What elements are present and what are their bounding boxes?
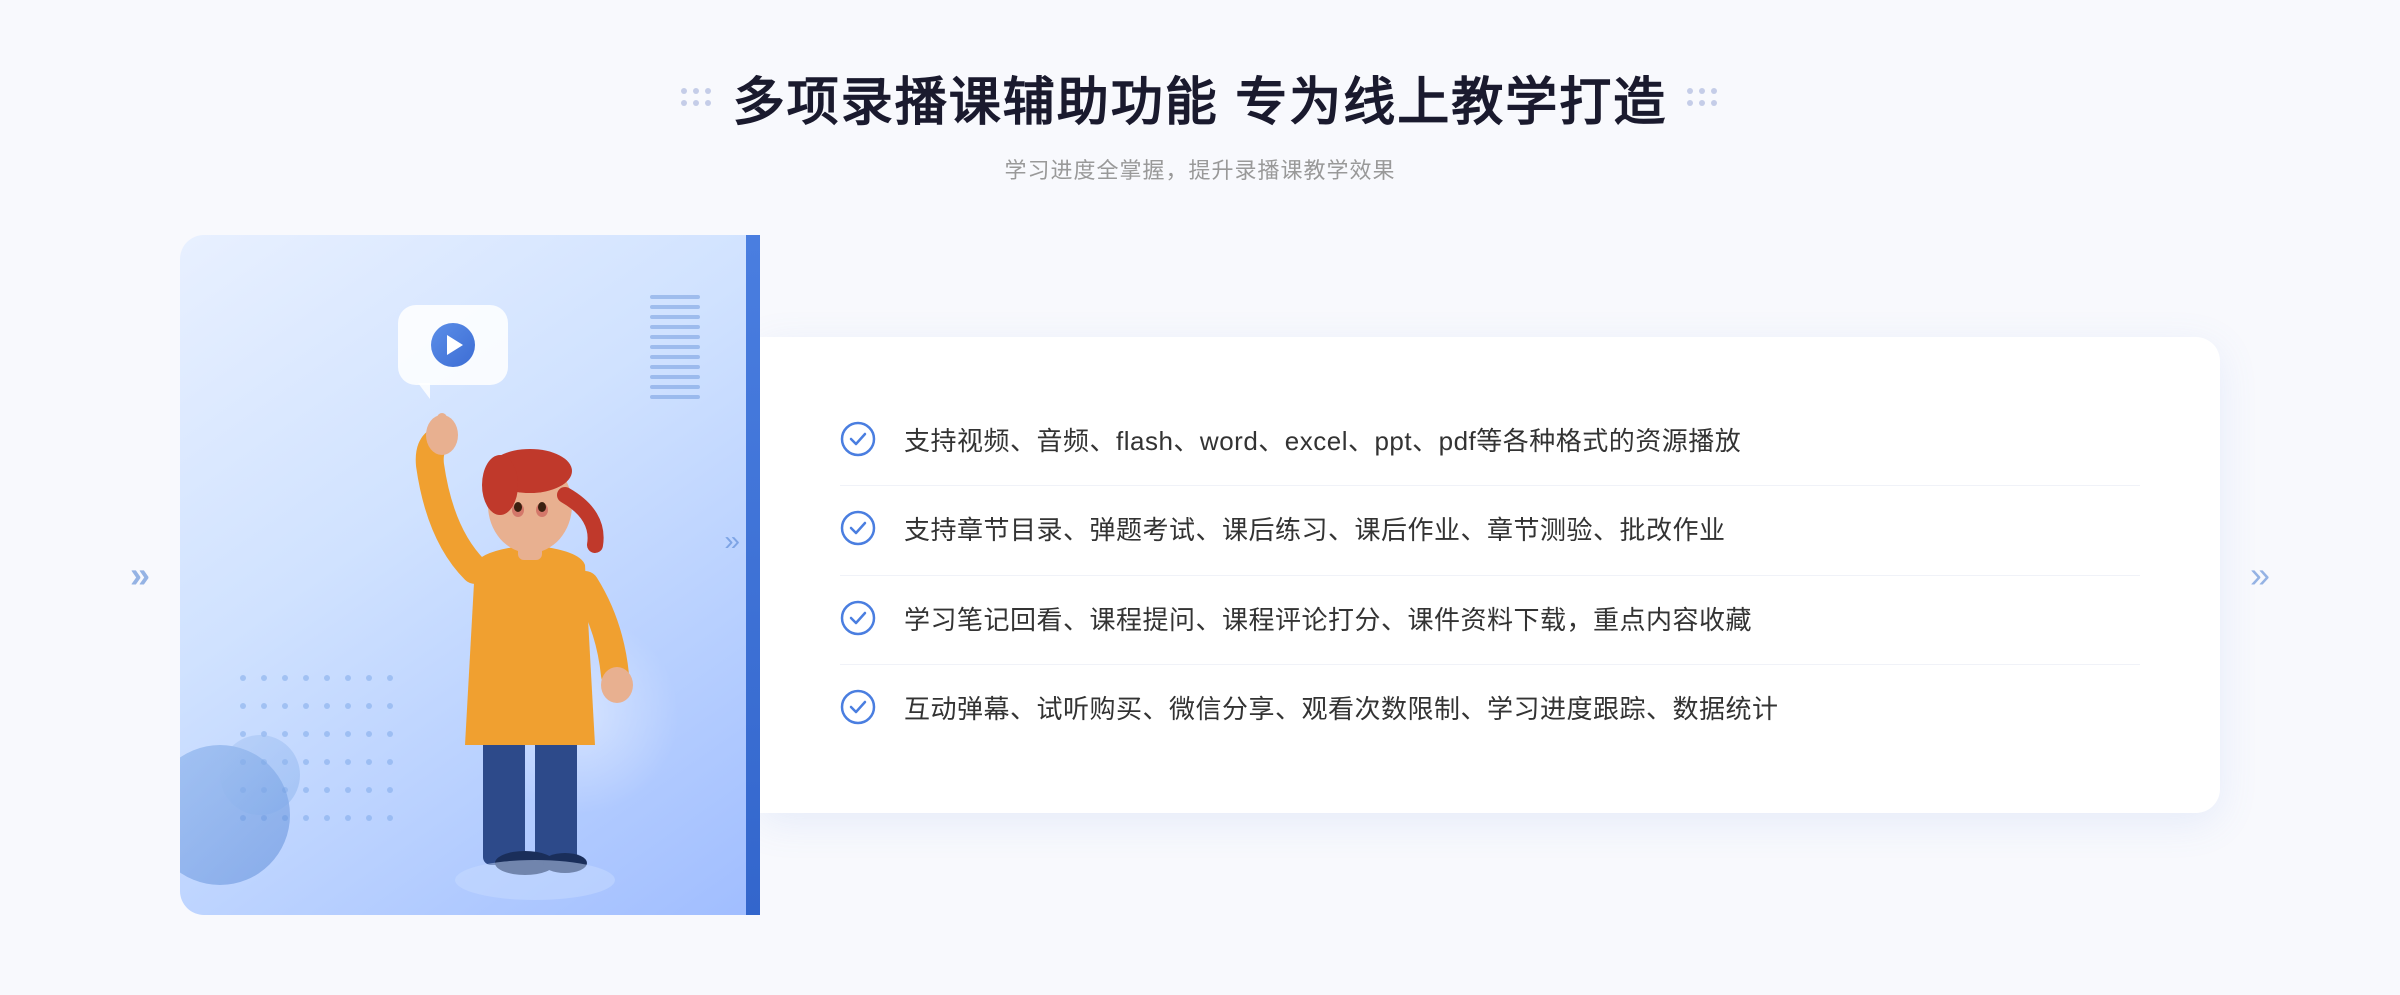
feature-item-1: 支持视频、音频、flash、word、excel、ppt、pdf等各种格式的资源… <box>840 397 2140 486</box>
right-features-panel: 支持视频、音频、flash、word、excel、ppt、pdf等各种格式的资源… <box>760 337 2220 813</box>
subtitle: 学习进度全掌握，提升录播课教学效果 <box>0 153 2400 185</box>
outer-right-arrow-icon: » <box>2250 554 2270 596</box>
header-section: 多项录播课辅助功能 专为线上教学打造 学习进度全掌握，提升录播课教学效果 <box>0 60 2400 185</box>
title-row: 多项录播课辅助功能 专为线上教学打造 <box>0 60 2400 135</box>
circle-decoration-2 <box>220 735 300 815</box>
feature-item-2: 支持章节目录、弹题考试、课后练习、课后作业、章节测验、批改作业 <box>840 486 2140 575</box>
feature-text-1: 支持视频、音频、flash、word、excel、ppt、pdf等各种格式的资源… <box>904 419 1741 463</box>
feature-text-3: 学习笔记回看、课程提问、课程评论打分、课件资料下载，重点内容收藏 <box>904 598 1752 642</box>
decorative-dots-right <box>1687 88 1719 108</box>
right-arrow-decoration: » <box>724 525 740 557</box>
outer-left-arrow-icon: » <box>130 554 150 596</box>
feature-item-3: 学习笔记回看、课程提问、课程评论打分、课件资料下载，重点内容收藏 <box>840 576 2140 665</box>
play-icon <box>431 323 475 367</box>
feature-text-2: 支持章节目录、弹题考试、课后练习、课后作业、章节测验、批改作业 <box>904 508 1726 552</box>
blue-bar-decoration <box>746 235 760 915</box>
check-icon-1 <box>840 421 876 457</box>
main-title: 多项录播课辅助功能 专为线上教学打造 <box>733 60 1667 135</box>
content-wrapper: » » <box>0 235 2400 915</box>
person-illustration <box>380 385 680 915</box>
check-icon-4 <box>840 689 876 725</box>
check-icon-2 <box>840 510 876 546</box>
feature-text-4: 互动弹幕、试听购买、微信分享、观看次数限制、学习进度跟踪、数据统计 <box>904 687 1779 731</box>
decorative-dots-left <box>681 88 713 108</box>
left-illustration-panel: » <box>180 235 760 915</box>
check-icon-3 <box>840 600 876 636</box>
feature-item-4: 互动弹幕、试听购买、微信分享、观看次数限制、学习进度跟踪、数据统计 <box>840 665 2140 753</box>
